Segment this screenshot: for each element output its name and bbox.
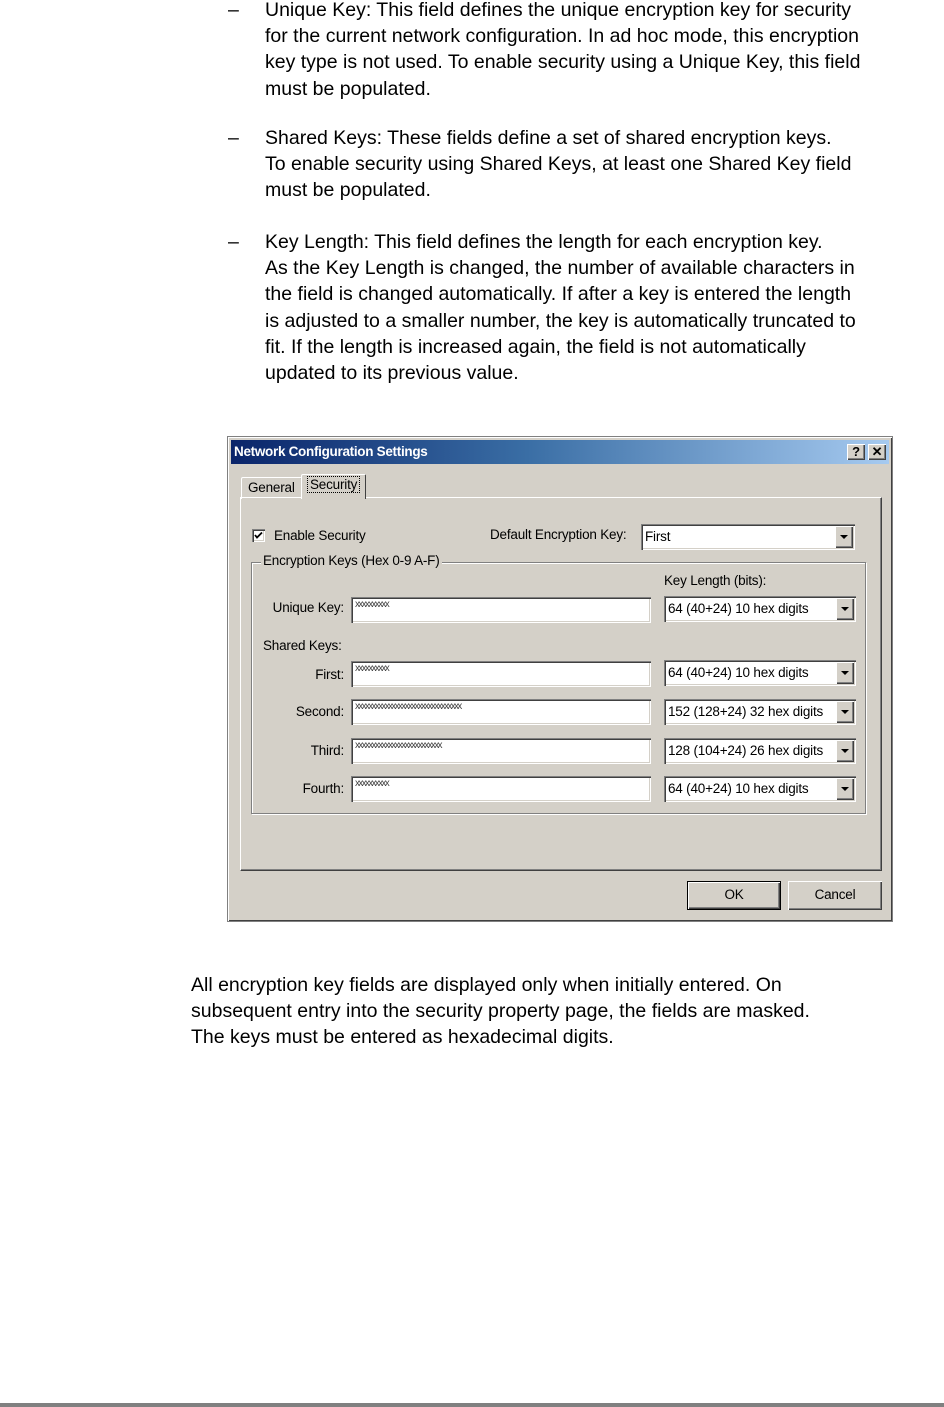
unique-key-label: Unique Key: [272, 600, 345, 615]
tab-security[interactable]: Security [301, 474, 367, 499]
question-icon: ? [852, 444, 860, 459]
text-line: must be populated. [265, 179, 431, 202]
checkmark-icon [254, 531, 263, 539]
third-key-input[interactable]: xxxxxxxxxxxxxxxxxxxxxxxxxx [351, 738, 651, 764]
second-key-label: Second: [295, 704, 344, 719]
masked-value: xxxxxxxxxxxxxxxxxxxxxxxxxx [355, 740, 443, 751]
text-line: for the current network configuration. I… [265, 25, 859, 48]
page-footer-rule [0, 1403, 944, 1407]
masked-value: xxxxxxxxxx [355, 778, 390, 789]
network-configuration-dialog: Network Configuration Settings ? ✕ Gener… [227, 436, 893, 922]
enable-security-label[interactable]: Enable Security [274, 528, 366, 543]
first-key-label: First: [315, 667, 344, 682]
text-line: As the Key Length is changed, the number… [265, 257, 855, 280]
chevron-down-icon[interactable] [836, 778, 854, 800]
encryption-keys-group-title: Encryption Keys (Hex 0-9 A-F) [261, 553, 442, 568]
text-line: must be populated. [265, 77, 431, 100]
third-key-length-select[interactable]: 128 (104+24) 26 hex digits [664, 738, 856, 764]
masked-value: xxxxxxxxxxxxxxxxxxxxxxxxxxxxxxxx [355, 701, 462, 712]
close-button[interactable]: ✕ [868, 444, 886, 460]
unique-key-input[interactable]: xxxxxxxxxx [351, 597, 651, 623]
fourth-key-label: Fourth: [302, 781, 345, 796]
fourth-key-length-select[interactable]: 64 (40+24) 10 hex digits [664, 776, 856, 802]
text-line: Key Length: This field defines the lengt… [265, 231, 823, 253]
closing-paragraph: All encryption key fields are displayed … [191, 972, 810, 1051]
bullet-text: Shared Keys: These fields define a set o… [265, 125, 944, 204]
default-encryption-key-label: Default Encryption Key: [490, 527, 627, 542]
bullet-dash: – [228, 231, 239, 253]
tab-general[interactable]: General [241, 477, 302, 499]
text-line: Shared Keys: These fields define a set o… [265, 127, 832, 149]
text-line: subsequent entry into the security prope… [191, 1000, 810, 1023]
chevron-down-icon[interactable] [836, 740, 854, 762]
help-button[interactable]: ? [847, 444, 865, 460]
text-line: Unique Key: This field defines the uniqu… [265, 0, 852, 21]
second-key-input[interactable]: xxxxxxxxxxxxxxxxxxxxxxxxxxxxxxxx [351, 699, 651, 725]
key-length-header: Key Length (bits): [664, 573, 767, 588]
enable-security-checkbox[interactable] [252, 529, 265, 542]
text-line: is adjusted to a smaller number, the key… [265, 309, 856, 332]
bullet-text: Key Length: This field defines the lengt… [265, 229, 944, 386]
second-key-length-select[interactable]: 152 (128+24) 32 hex digits [664, 699, 856, 725]
shared-keys-label: Shared Keys: [263, 638, 342, 653]
select-value: 64 (40+24) 10 hex digits [668, 601, 809, 616]
chevron-down-icon[interactable] [836, 662, 854, 684]
select-value: 128 (104+24) 26 hex digits [668, 743, 824, 758]
bullet-text: Unique Key: This field defines the uniqu… [265, 0, 944, 102]
chevron-down-icon[interactable] [835, 526, 853, 548]
text-line: The keys must be entered as hexadecimal … [191, 1026, 614, 1049]
text-line: fit. If the length is increased again, t… [265, 335, 806, 358]
text-line: To enable security using Shared Keys, at… [265, 153, 852, 176]
tab-label: Security [306, 476, 361, 493]
masked-value: xxxxxxxxxx [355, 599, 390, 610]
ok-button[interactable]: OK [687, 881, 781, 910]
masked-value: xxxxxxxxxx [355, 663, 390, 674]
select-value: 152 (128+24) 32 hex digits [668, 704, 824, 719]
text-line: updated to its previous value. [265, 362, 519, 385]
dialog-titlebar[interactable]: Network Configuration Settings ? ✕ [231, 440, 889, 464]
text-line: All encryption key fields are displayed … [191, 974, 782, 996]
bullet-dash: – [228, 127, 239, 149]
default-encryption-key-select[interactable]: First [641, 524, 855, 550]
dialog-title: Network Configuration Settings [234, 444, 428, 459]
select-value: 64 (40+24) 10 hex digits [668, 665, 809, 680]
cancel-button[interactable]: Cancel [788, 881, 882, 910]
third-key-label: Third: [310, 743, 345, 758]
unique-key-length-select[interactable]: 64 (40+24) 10 hex digits [664, 596, 856, 622]
select-value: First [645, 529, 671, 544]
text-line: key type is not used. To enable security… [265, 51, 861, 74]
first-key-input[interactable]: xxxxxxxxxx [351, 661, 651, 687]
bullet-dash: – [228, 0, 239, 21]
text-line: the field is changed automatically. If a… [265, 283, 852, 306]
tab-label: General [248, 480, 295, 495]
select-value: 64 (40+24) 10 hex digits [668, 781, 809, 796]
first-key-length-select[interactable]: 64 (40+24) 10 hex digits [664, 660, 856, 686]
chevron-down-icon[interactable] [836, 598, 854, 620]
close-icon: ✕ [871, 444, 883, 459]
chevron-down-icon[interactable] [836, 701, 854, 723]
fourth-key-input[interactable]: xxxxxxxxxx [351, 776, 651, 802]
